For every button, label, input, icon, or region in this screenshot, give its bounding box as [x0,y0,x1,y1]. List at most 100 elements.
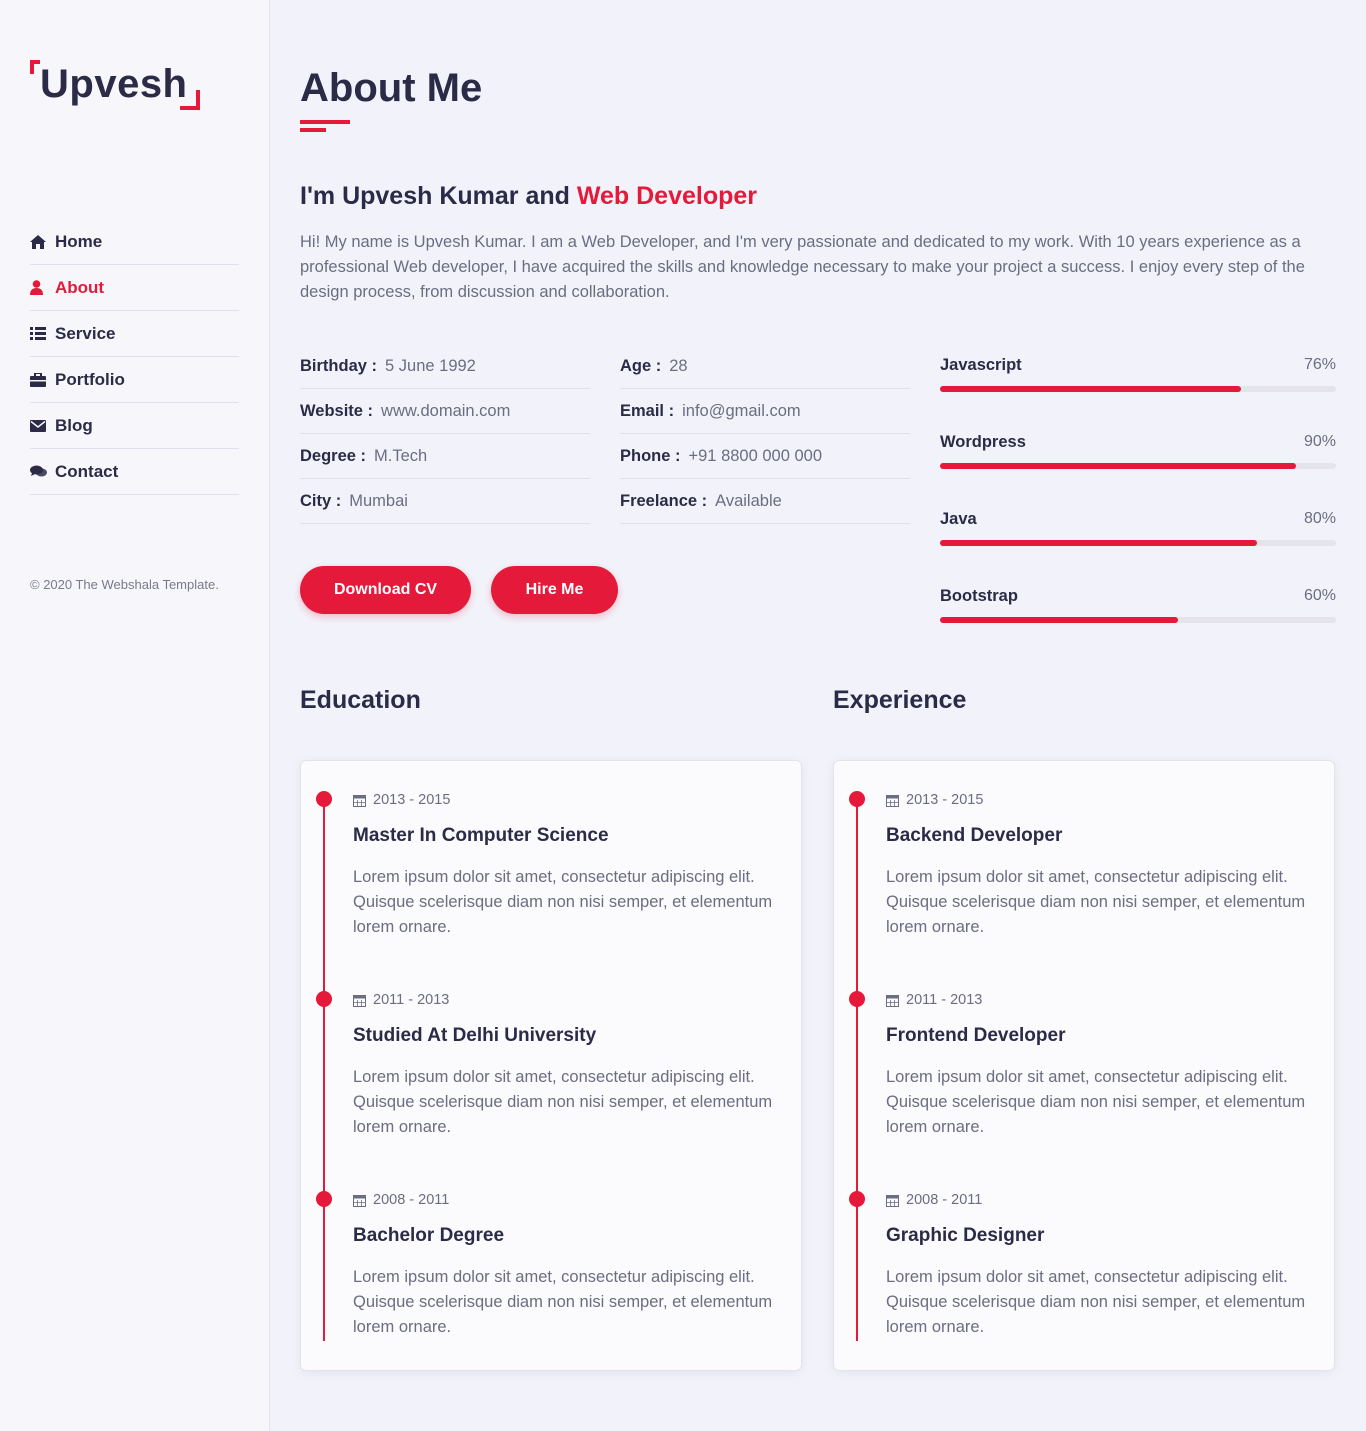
comments-icon [30,465,55,478]
info-row-city: City : Mumbai [300,479,590,524]
timeline-title: Backend Developer [886,825,1063,846]
info-row-age: Age : 28 [620,344,910,389]
skill-name: Javascript [940,356,1022,374]
nav-label: About [55,277,105,297]
timeline-title: Studied At Delhi University [353,1025,597,1046]
timeline-title: Master In Computer Science [353,825,609,846]
skill-java: Java 80% [940,506,1336,583]
skill-bootstrap: Bootstrap 60% [940,583,1336,660]
info-label: Freelance : [620,491,708,510]
info-value: Mumbai [349,491,408,510]
timeline-date-text: 2013 - 2015 [373,792,451,808]
timeline-dot [316,991,332,1007]
nav-item-about[interactable]: About [30,265,239,311]
skill-progress-fill [940,540,1257,546]
skill-percent: 60% [1303,587,1336,604]
info-value[interactable]: info@gmail.com [682,402,801,421]
skill-name: Wordpress [940,433,1026,451]
info-value: Available [715,491,782,510]
nav-item-service[interactable]: Service [30,311,239,357]
skill-percent: 90% [1303,433,1336,450]
calendar-icon [353,794,366,807]
info-list-left: Birthday : 5 June 1992 Website : www.domai… [300,344,590,524]
skill-progress-track [940,463,1336,469]
download-cv-button[interactable]: Download CV [300,566,471,614]
timeline-description: Lorem ipsum dolor sit amet, consectetur … [353,868,773,936]
main-nav: Home About Service Portfolio Blog Contac… [30,219,239,495]
skill-progress-track [940,617,1336,623]
skill-percent: 80% [1303,510,1336,527]
title-underline [300,120,350,124]
info-row-website: Website : www.domain.com [300,389,590,434]
intro-text: Hi! My name is Upvesh Kumar. I am a Web … [300,233,1305,301]
info-label: Website : [300,401,374,420]
calendar-icon [886,994,899,1007]
timeline-date-text: 2011 - 2013 [906,992,983,1008]
skills-list: Javascript 76% Wordpress 90% Java 80% Bo… [940,352,1336,660]
briefcase-icon [30,372,55,387]
intro-heading-accent: Web Developer [576,182,757,210]
timeline-line [856,801,858,1341]
skill-progress-track [940,386,1336,392]
info-value: 28 [669,356,688,375]
info-label: City : [300,491,342,510]
timeline-date-text: 2008 - 2011 [906,1192,983,1208]
page-title: About Me [300,66,483,110]
timeline-date: 2011 - 2013 [353,992,449,1008]
skill-wordpress: Wordpress 90% [940,429,1336,506]
calendar-icon [353,994,366,1007]
logo[interactable]: Upvesh [30,60,200,112]
info-value[interactable]: www.domain.com [381,402,510,421]
timeline-date-text: 2013 - 2015 [906,792,984,808]
info-value: 5 June 1992 [385,356,476,375]
hire-me-button[interactable]: Hire Me [491,566,618,614]
nav-item-contact[interactable]: Contact [30,449,239,495]
info-label: Degree : [300,446,367,465]
nav-label: Service [55,323,116,343]
timeline-date: 2013 - 2015 [353,792,450,808]
timeline-description: Lorem ipsum dolor sit amet, consectetur … [886,1068,1306,1136]
timeline-line [323,801,325,1341]
info-value: M.Tech [374,446,428,465]
info-list-right: Age : 28 Email : info@gmail.com Phone : +91… [620,344,910,524]
calendar-icon [886,1194,899,1207]
nav-item-home[interactable]: Home [30,219,239,265]
envelope-icon [30,419,55,432]
timeline-date: 2011 - 2013 [886,992,982,1008]
nav-label: Home [55,231,103,251]
info-label: Email : [620,401,675,420]
home-icon [30,234,55,249]
nav-item-portfolio[interactable]: Portfolio [30,357,239,403]
user-icon [30,280,55,295]
timeline-dot [849,991,865,1007]
info-row-freelance: Freelance : Available [620,479,910,524]
list-icon [30,327,55,340]
timeline-description: Lorem ipsum dolor sit amet, consectetur … [353,1068,773,1136]
skill-progress-fill [940,386,1241,392]
skill-name: Java [940,510,977,528]
experience-title: Experience [833,686,967,714]
nav-label: Portfolio [55,369,125,389]
timeline-dot [849,1191,865,1207]
timeline-dot [316,791,332,807]
skill-progress-fill [940,463,1297,469]
nav-item-blog[interactable]: Blog [30,403,239,449]
timeline-date: 2008 - 2011 [353,1192,449,1208]
skill-progress-track [940,540,1336,546]
timeline-title: Frontend Developer [886,1025,1066,1046]
timeline-description: Lorem ipsum dolor sit amet, consectetur … [353,1268,773,1336]
timeline-title: Graphic Designer [886,1225,1045,1246]
skill-name: Bootstrap [940,587,1018,605]
calendar-icon [353,1194,366,1207]
calendar-icon [886,794,899,807]
info-label: Age : [620,356,662,375]
info-row-degree: Degree : M.Tech [300,434,590,479]
info-row-email: Email : info@gmail.com [620,389,910,434]
experience-card: 2013 - 2015 Backend Developer Lorem ipsu… [833,760,1335,1371]
timeline-date-text: 2011 - 2013 [373,992,450,1008]
education-title: Education [300,686,421,714]
sidebar: Upvesh Home About Service Portfolio Blog… [0,0,270,1431]
nav-label: Contact [55,461,119,481]
nav-label: Blog [55,415,93,435]
logo-corner-bottom-right [180,90,200,110]
